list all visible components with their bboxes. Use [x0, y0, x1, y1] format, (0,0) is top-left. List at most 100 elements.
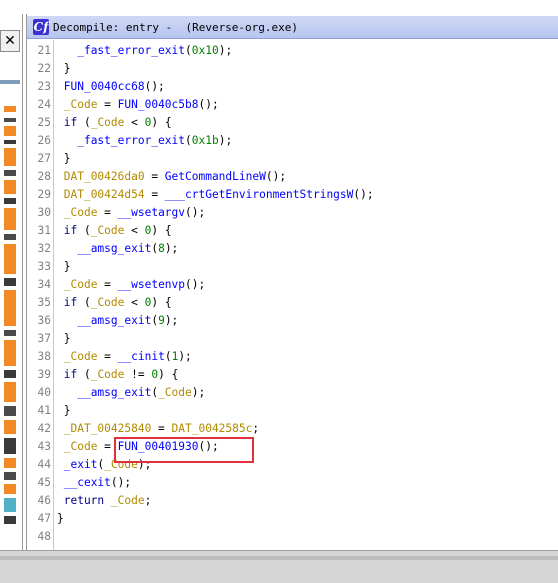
variable-token[interactable]: DAT_0042585c	[172, 422, 253, 435]
code-line[interactable]: 41 }	[27, 402, 558, 420]
code-line[interactable]: 40 __amsg_exit(_Code);	[27, 384, 558, 402]
punct-token: }	[57, 512, 64, 525]
code-line[interactable]: 31 if (_Code < 0) {	[27, 222, 558, 240]
function-token[interactable]: __amsg_exit	[77, 242, 151, 255]
code-line[interactable]: 47}	[27, 510, 558, 528]
code-line[interactable]: 43 _Code = FUN_00401930();	[27, 438, 558, 456]
variable-token[interactable]: _Code	[64, 206, 98, 219]
code-line[interactable]: 37 }	[27, 330, 558, 348]
overview-block	[4, 234, 16, 240]
variable-token[interactable]: _Code	[91, 296, 125, 309]
code-text[interactable]: if (_Code < 0) {	[57, 294, 172, 312]
code-line[interactable]: 25 if (_Code < 0) {	[27, 114, 558, 132]
code-line[interactable]: 22 }	[27, 60, 558, 78]
function-token[interactable]: ___crtGetEnvironmentStringsW	[165, 188, 354, 201]
code-line[interactable]: 27 }	[27, 150, 558, 168]
punct-token	[57, 170, 64, 183]
punct-token: }	[57, 332, 71, 345]
variable-token[interactable]: DAT_00426da0	[64, 170, 145, 183]
code-text[interactable]: _Code = __wsetenvp();	[57, 276, 205, 294]
code-text[interactable]: __cexit();	[57, 474, 131, 492]
code-line[interactable]: 28 DAT_00426da0 = GetCommandLineW();	[27, 168, 558, 186]
function-token[interactable]: __amsg_exit	[77, 314, 151, 327]
close-icon[interactable]: ✕	[0, 30, 20, 52]
code-line[interactable]: 39 if (_Code != 0) {	[27, 366, 558, 384]
overview-minimap[interactable]	[4, 106, 16, 526]
code-line[interactable]: 38 _Code = __cinit(1);	[27, 348, 558, 366]
punct-token: (	[77, 224, 91, 237]
function-token[interactable]: _exit	[64, 458, 98, 471]
function-token[interactable]: __amsg_exit	[77, 386, 151, 399]
function-token[interactable]: GetCommandLineW	[165, 170, 266, 183]
code-text[interactable]: }	[57, 402, 71, 420]
code-text[interactable]: return _Code;	[57, 492, 152, 510]
code-text[interactable]: _fast_error_exit(0x1b);	[57, 132, 232, 150]
punct-token: ();	[185, 278, 206, 291]
function-token[interactable]: __cexit	[64, 476, 111, 489]
variable-token[interactable]: _Code	[91, 224, 125, 237]
line-number: 22	[37, 62, 51, 75]
variable-token[interactable]: _Code	[91, 116, 125, 129]
window-titlebar[interactable]: Cf Decompile: entry - (Reverse-org.exe)	[27, 16, 558, 39]
variable-token[interactable]: _Code	[111, 494, 145, 507]
code-text[interactable]: }	[57, 150, 71, 168]
code-line[interactable]: 29 DAT_00424d54 = ___crtGetEnvironmentSt…	[27, 186, 558, 204]
code-text[interactable]: __amsg_exit(9);	[57, 312, 178, 330]
horizontal-scrollbar[interactable]	[0, 556, 558, 560]
code-line[interactable]: 24 _Code = FUN_0040c5b8();	[27, 96, 558, 114]
code-line[interactable]: 45 __cexit();	[27, 474, 558, 492]
code-text[interactable]: __amsg_exit(_Code);	[57, 384, 205, 402]
function-token[interactable]: FUN_0040cc68	[64, 80, 145, 93]
decompiled-code-view[interactable]: 21 _fast_error_exit(0x10); 22 } 23 FUN_004…	[27, 40, 558, 550]
function-token[interactable]: __wsetargv	[118, 206, 185, 219]
variable-token[interactable]: _Code	[64, 440, 98, 453]
code-text[interactable]: }	[57, 258, 71, 276]
variable-token[interactable]: _DAT_00425840	[64, 422, 152, 435]
code-text[interactable]: }	[57, 510, 64, 528]
function-token[interactable]: __wsetenvp	[118, 278, 185, 291]
code-line[interactable]: 35 if (_Code < 0) {	[27, 294, 558, 312]
punct-token: =	[144, 188, 165, 201]
variable-token[interactable]: _Code	[64, 350, 98, 363]
variable-token[interactable]: _Code	[64, 278, 98, 291]
code-text[interactable]: if (_Code < 0) {	[57, 222, 172, 240]
code-line[interactable]: 26 _fast_error_exit(0x1b);	[27, 132, 558, 150]
variable-token[interactable]: _Code	[158, 386, 192, 399]
code-line[interactable]: 46 return _Code;	[27, 492, 558, 510]
code-line[interactable]: 36 __amsg_exit(9);	[27, 312, 558, 330]
punct-token: <	[124, 296, 145, 309]
code-line[interactable]: 32 __amsg_exit(8);	[27, 240, 558, 258]
variable-token[interactable]: DAT_00424d54	[64, 188, 145, 201]
code-text[interactable]: }	[57, 60, 71, 78]
code-line[interactable]: 48	[27, 528, 558, 546]
punct-token: }	[57, 62, 71, 75]
code-text[interactable]: _DAT_00425840 = DAT_0042585c;	[57, 420, 259, 438]
code-line[interactable]: 33 }	[27, 258, 558, 276]
line-number: 36	[37, 314, 51, 327]
punct-token: (	[77, 368, 91, 381]
function-token[interactable]: _fast_error_exit	[77, 134, 185, 147]
punct-token: ();	[198, 98, 219, 111]
code-line[interactable]: 23 FUN_0040cc68();	[27, 78, 558, 96]
code-line[interactable]: 42 _DAT_00425840 = DAT_0042585c;	[27, 420, 558, 438]
code-text[interactable]: DAT_00424d54 = ___crtGetEnvironmentStrin…	[57, 186, 374, 204]
code-line[interactable]: 34 _Code = __wsetenvp();	[27, 276, 558, 294]
variable-token[interactable]: _Code	[64, 98, 98, 111]
function-token[interactable]: FUN_0040c5b8	[118, 98, 199, 111]
variable-token[interactable]: _Code	[91, 368, 125, 381]
code-text[interactable]: _fast_error_exit(0x10);	[57, 42, 232, 60]
function-token[interactable]: _fast_error_exit	[77, 44, 185, 57]
code-text[interactable]: FUN_0040cc68();	[57, 78, 165, 96]
code-text[interactable]: _Code = __cinit(1);	[57, 348, 192, 366]
code-text[interactable]: _Code = __wsetargv();	[57, 204, 205, 222]
code-line[interactable]: 44 _exit(_Code);	[27, 456, 558, 474]
code-text[interactable]: if (_Code != 0) {	[57, 366, 179, 384]
code-text[interactable]: DAT_00426da0 = GetCommandLineW();	[57, 168, 286, 186]
code-line[interactable]: 21 _fast_error_exit(0x10);	[27, 42, 558, 60]
code-text[interactable]: _Code = FUN_0040c5b8();	[57, 96, 219, 114]
code-text[interactable]: }	[57, 330, 71, 348]
code-text[interactable]: __amsg_exit(8);	[57, 240, 178, 258]
code-text[interactable]: if (_Code < 0) {	[57, 114, 172, 132]
function-token[interactable]: __cinit	[118, 350, 165, 363]
code-line[interactable]: 30 _Code = __wsetargv();	[27, 204, 558, 222]
